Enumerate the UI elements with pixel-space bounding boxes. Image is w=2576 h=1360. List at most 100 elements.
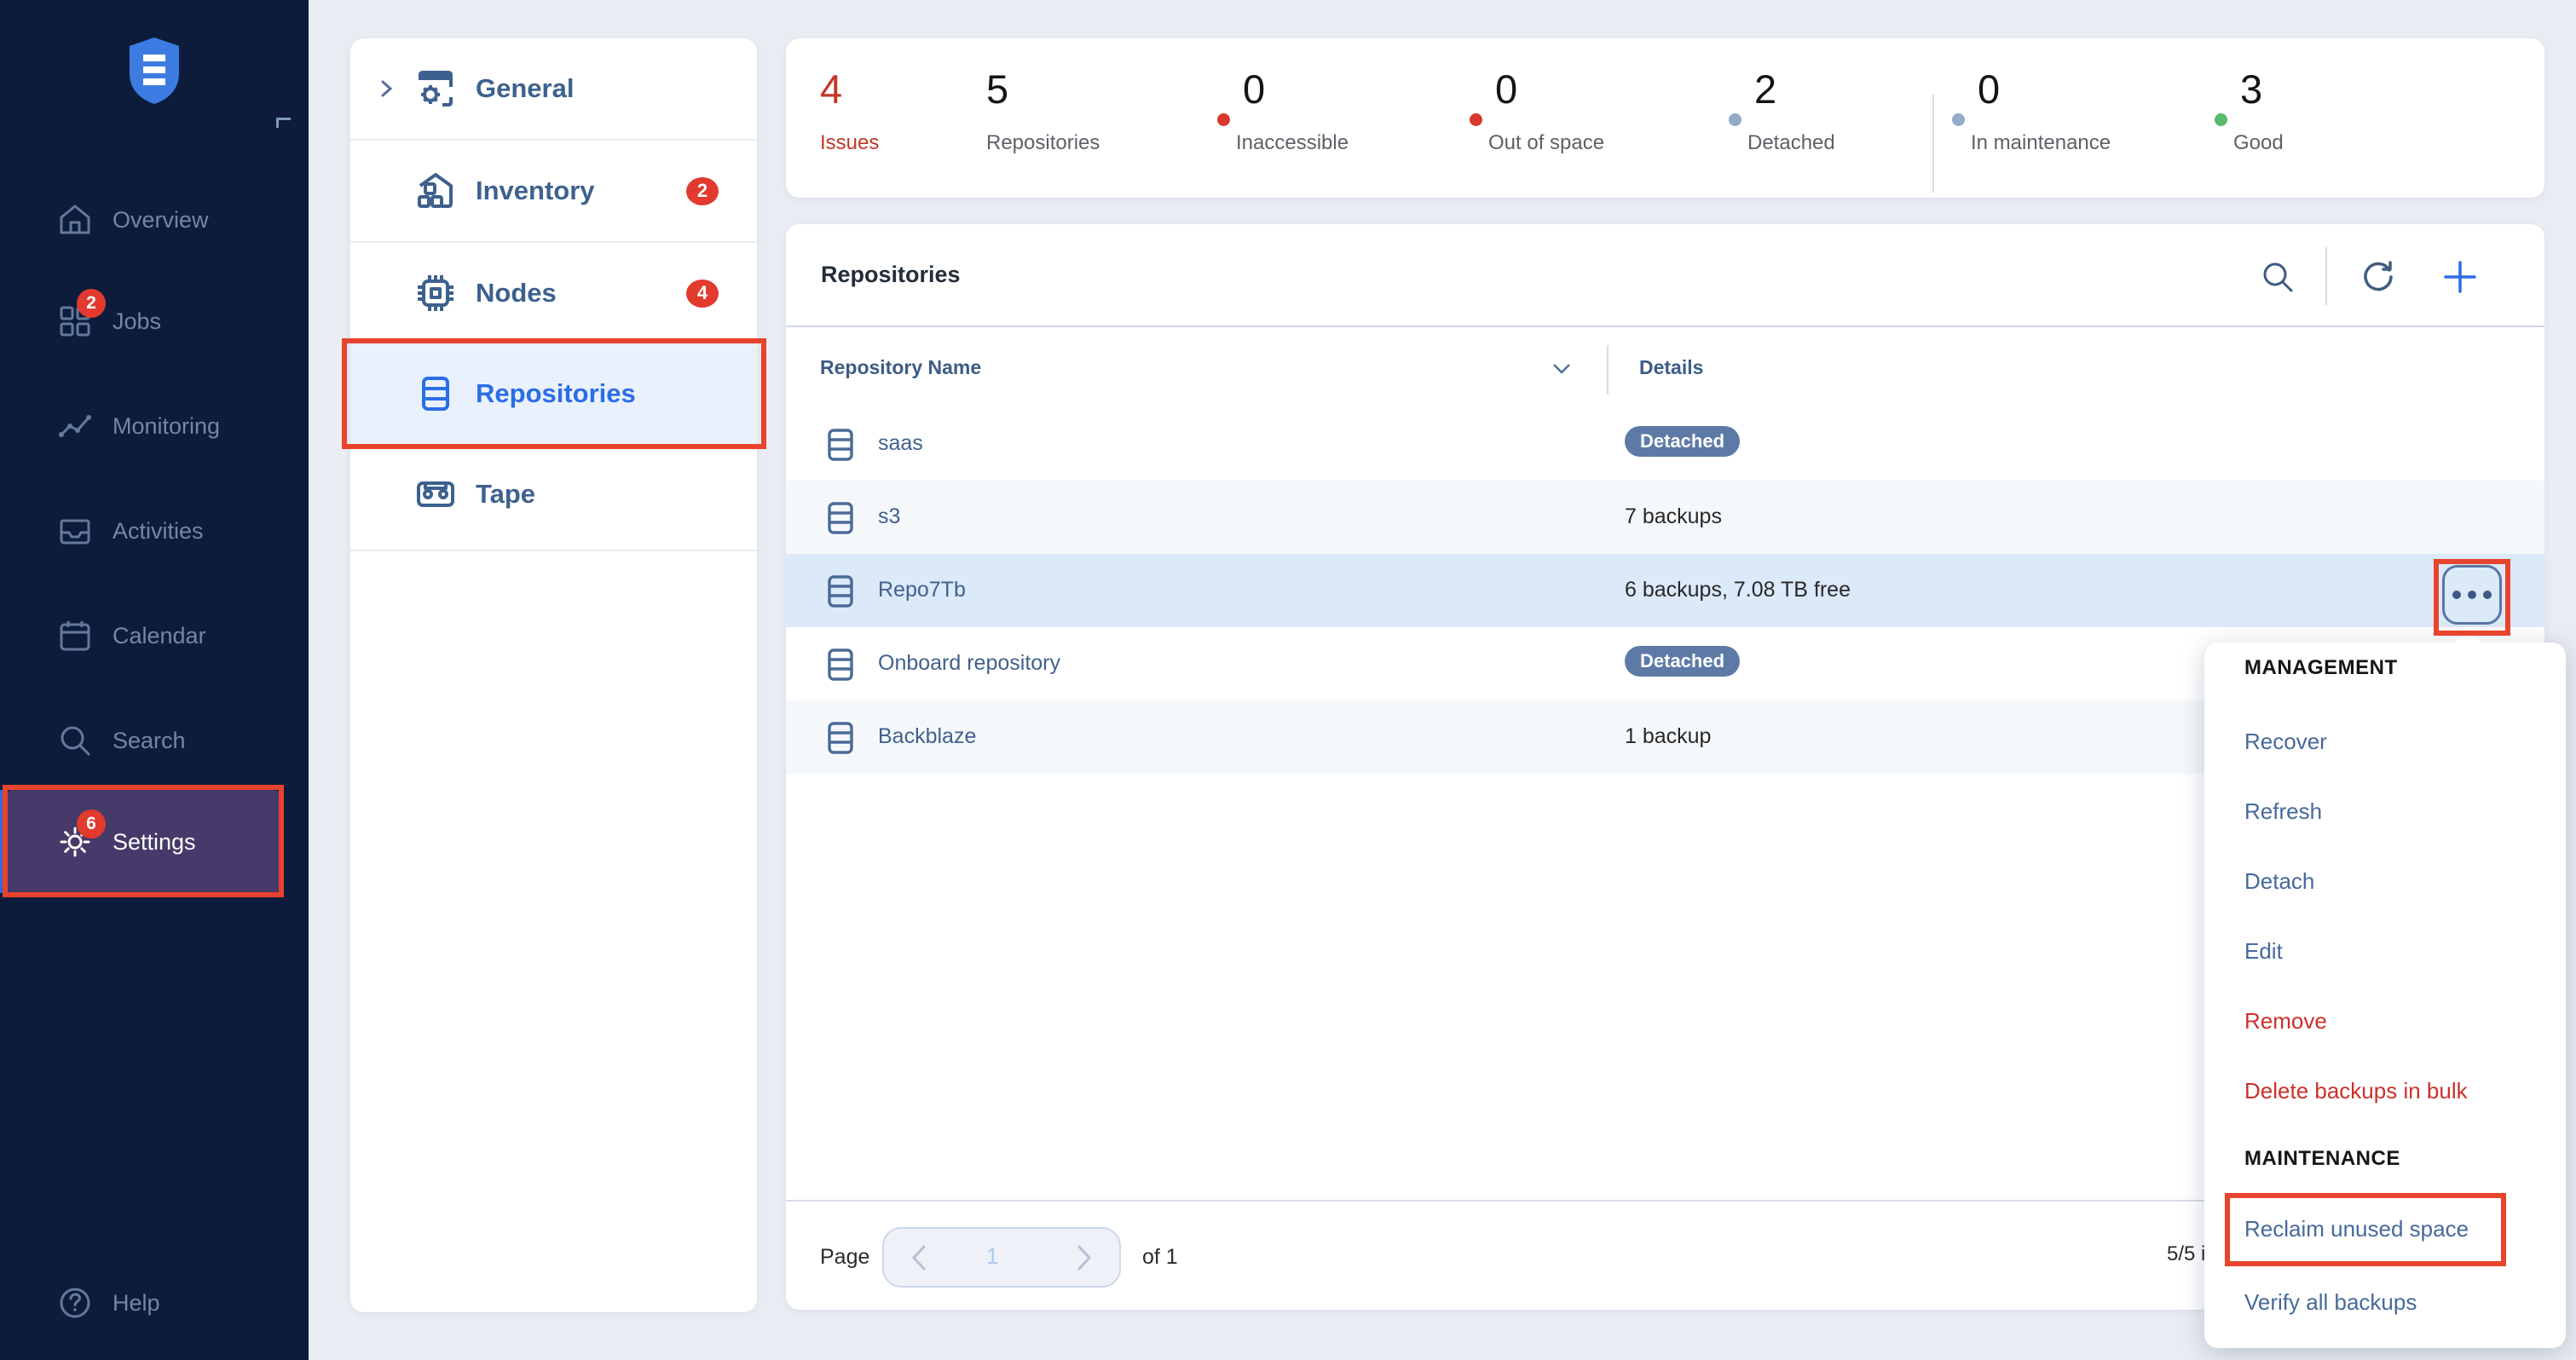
stat-inaccessible: 0 Inaccessible <box>1243 69 1349 155</box>
sidebar-item-overview[interactable]: Overview <box>0 193 309 247</box>
menu-item-recover[interactable]: Recover <box>2244 729 2327 755</box>
status-dot-slate <box>1952 113 1965 126</box>
repository-details: 7 backups <box>1625 504 1722 529</box>
sidebar-item-label: Help <box>113 1290 160 1317</box>
chevron-right-icon[interactable] <box>377 79 396 98</box>
repository-icon <box>827 502 854 534</box>
submenu-item-inventory[interactable]: Inventory 2 <box>350 141 757 241</box>
menu-item-detach[interactable]: Detach <box>2244 868 2314 895</box>
sort-chevron-down-icon[interactable] <box>1551 362 1572 376</box>
repository-name-link[interactable]: Onboard repository <box>878 651 1060 676</box>
menu-item-verify-all-backups[interactable]: Verify all backups <box>2244 1289 2417 1316</box>
stat-label: In maintenance <box>1971 131 2111 155</box>
stat-value: 4 <box>820 69 879 109</box>
sidebar-item-label: Jobs <box>113 308 161 335</box>
app-logo-shield-icon <box>126 36 182 106</box>
submenu-item-tape[interactable]: Tape <box>350 444 757 545</box>
stat-good: 3 Good <box>2240 69 2284 155</box>
previous-page-icon[interactable] <box>910 1243 928 1272</box>
nodes-chip-icon <box>413 271 458 315</box>
divider <box>1932 95 1934 193</box>
pagination-total-pages: of 1 <box>1142 1245 1178 1270</box>
submenu-item-label: Repositories <box>476 378 636 409</box>
repository-details: 6 backups, 7.08 TB free <box>1625 578 1851 602</box>
repository-name-link[interactable]: saas <box>878 431 923 456</box>
calendar-icon <box>56 617 94 654</box>
status-dot-green <box>2215 113 2227 126</box>
menu-item-delete-backups-in-bulk[interactable]: Delete backups in bulk <box>2244 1078 2468 1104</box>
stat-label: Issues <box>820 131 879 155</box>
refresh-icon[interactable] <box>2359 258 2397 296</box>
app-window: Overview 2 Jobs Monitori <box>0 0 2576 1360</box>
column-header-details[interactable]: Details <box>1639 356 1703 379</box>
jobs-grid-icon: 2 <box>56 303 94 340</box>
row-actions-more-button[interactable] <box>2442 565 2502 625</box>
jobs-count-badge: 2 <box>77 289 106 318</box>
repository-icon <box>827 575 854 608</box>
column-header-repository-name[interactable]: Repository Name <box>820 356 981 379</box>
status-badge-detached: Detached <box>1625 646 1740 677</box>
stat-value: 2 <box>1754 69 1835 109</box>
search-icon[interactable] <box>2259 258 2296 296</box>
stat-value: 0 <box>1243 69 1349 109</box>
dot <box>2452 591 2461 599</box>
table-row-saas[interactable]: saas Detached <box>786 407 2544 481</box>
menu-section-maintenance: MAINTENANCE <box>2244 1147 2400 1171</box>
sidebar-item-label: Activities <box>113 518 204 545</box>
tape-icon <box>413 472 458 516</box>
status-dot-red <box>1470 113 1482 126</box>
repository-icon <box>827 429 854 461</box>
submenu-item-general[interactable]: General <box>350 38 757 139</box>
sidebar-item-activities[interactable]: Activities <box>0 504 309 558</box>
settings-count-badge: 6 <box>77 810 106 838</box>
dot <box>2468 591 2476 599</box>
dot <box>2483 591 2492 599</box>
sidebar-item-search[interactable]: Search <box>0 713 309 768</box>
inventory-icon <box>413 169 458 213</box>
sidebar-item-help[interactable]: Help <box>0 1276 309 1330</box>
status-dot-red <box>1217 113 1230 126</box>
next-page-icon[interactable] <box>1075 1243 1094 1272</box>
repositories-icon <box>413 372 458 416</box>
table-row-repo7tb[interactable]: Repo7Tb 6 backups, 7.08 TB free <box>786 554 2544 627</box>
submenu-item-label: Nodes <box>476 278 557 308</box>
repository-name-link[interactable]: Backblaze <box>878 724 976 749</box>
general-settings-icon <box>413 66 458 111</box>
sidebar-item-label: Calendar <box>113 623 206 649</box>
repository-name-link[interactable]: Repo7Tb <box>878 578 966 602</box>
menu-item-remove[interactable]: Remove <box>2244 1008 2327 1034</box>
inventory-count-badge: 2 <box>686 177 719 205</box>
divider <box>1607 345 1609 395</box>
stat-value: 5 <box>986 69 1100 109</box>
sidebar-item-settings[interactable]: 6 Settings <box>0 815 309 869</box>
pagination-page-label: Page <box>820 1245 869 1270</box>
nodes-count-badge: 4 <box>686 279 719 308</box>
menu-section-management: MANAGEMENT <box>2244 656 2398 680</box>
stat-issues: 4 Issues <box>820 69 879 155</box>
stat-in-maintenance: 0 In maintenance <box>1978 69 2111 155</box>
pagination-control: 1 <box>882 1227 1121 1288</box>
help-icon <box>56 1284 94 1322</box>
repository-icon <box>827 648 854 681</box>
status-dot-slate <box>1729 113 1741 126</box>
sidebar-item-label: Overview <box>113 207 209 233</box>
table-row-s3[interactable]: s3 7 backups <box>786 481 2544 554</box>
menu-item-reclaim-unused-space[interactable]: Reclaim unused space <box>2244 1216 2469 1242</box>
collapse-sidebar-icon[interactable] <box>276 118 291 128</box>
submenu-item-nodes[interactable]: Nodes 4 <box>350 243 757 343</box>
repository-icon <box>827 722 854 754</box>
add-repository-icon[interactable] <box>2441 258 2479 296</box>
gear-icon: 6 <box>56 823 94 861</box>
sidebar-item-calendar[interactable]: Calendar <box>0 608 309 663</box>
menu-item-edit[interactable]: Edit <box>2244 938 2283 965</box>
sidebar-item-label: Monitoring <box>113 413 220 440</box>
sidebar-item-jobs[interactable]: 2 Jobs <box>0 294 309 349</box>
repository-name-link[interactable]: s3 <box>878 504 900 529</box>
repository-details: 1 backup <box>1625 724 1711 749</box>
stat-label: Inaccessible <box>1236 131 1349 155</box>
sidebar-item-monitoring[interactable]: Monitoring <box>0 399 309 453</box>
stat-label: Out of space <box>1488 131 1604 155</box>
current-page-input[interactable]: 1 <box>986 1243 998 1270</box>
submenu-item-repositories[interactable]: Repositories <box>350 343 757 444</box>
menu-item-refresh[interactable]: Refresh <box>2244 798 2322 825</box>
